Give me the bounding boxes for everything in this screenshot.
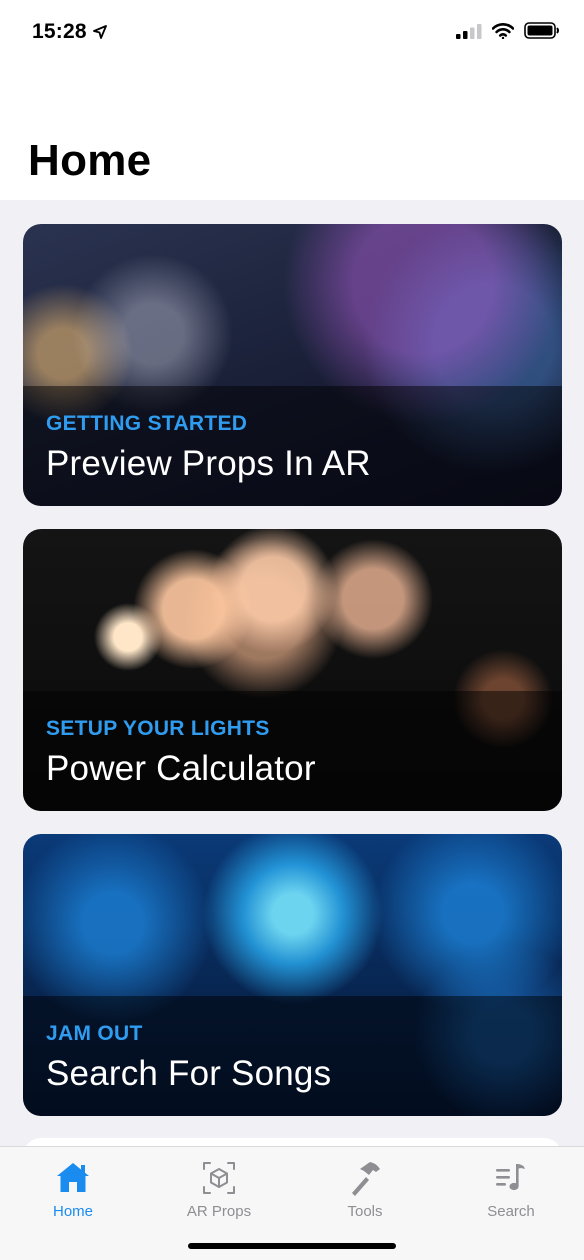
card-kicker: GETTING STARTED xyxy=(46,412,248,435)
page-title: Home xyxy=(28,136,152,185)
card-power-calculator[interactable]: SETUP YOUR LIGHTS Power Calculator xyxy=(23,529,562,811)
tab-search-label: Search xyxy=(487,1203,535,1220)
cellular-signal-icon xyxy=(456,23,482,39)
card-kicker: SETUP YOUR LIGHTS xyxy=(46,717,270,740)
top-header: 15:28 Home xyxy=(0,0,584,200)
tab-home-label: Home xyxy=(52,1203,93,1220)
ar-cube-icon xyxy=(203,1162,235,1194)
card-kicker: JAM OUT xyxy=(46,1022,143,1045)
wifi-icon xyxy=(492,22,514,39)
status-icons xyxy=(456,22,560,39)
location-arrow-icon xyxy=(92,25,107,39)
tab-search[interactable]: Search xyxy=(438,1159,584,1225)
music-list-icon xyxy=(496,1164,525,1191)
card-title: Preview Props In AR xyxy=(46,444,371,483)
card-title: Search For Songs xyxy=(46,1054,332,1093)
home-indicator xyxy=(188,1243,396,1249)
card-preview-props[interactable]: GETTING STARTED Preview Props In AR xyxy=(23,224,562,506)
house-icon xyxy=(57,1163,89,1192)
card-title: Power Calculator xyxy=(46,749,316,788)
battery-icon xyxy=(524,22,559,39)
tab-tools-label: Tools xyxy=(347,1203,383,1220)
hammer-icon xyxy=(352,1162,380,1196)
tab-ar-props[interactable]: AR Props xyxy=(146,1159,292,1225)
tab-home[interactable]: Home xyxy=(0,1159,146,1225)
tab-tools[interactable]: Tools xyxy=(292,1159,438,1225)
tab-ar-props-label: AR Props xyxy=(186,1203,252,1220)
card-search-songs[interactable]: JAM OUT Search For Songs xyxy=(23,834,562,1116)
status-time: 15:28 xyxy=(32,20,107,44)
status-time-text: 15:28 xyxy=(32,20,87,43)
